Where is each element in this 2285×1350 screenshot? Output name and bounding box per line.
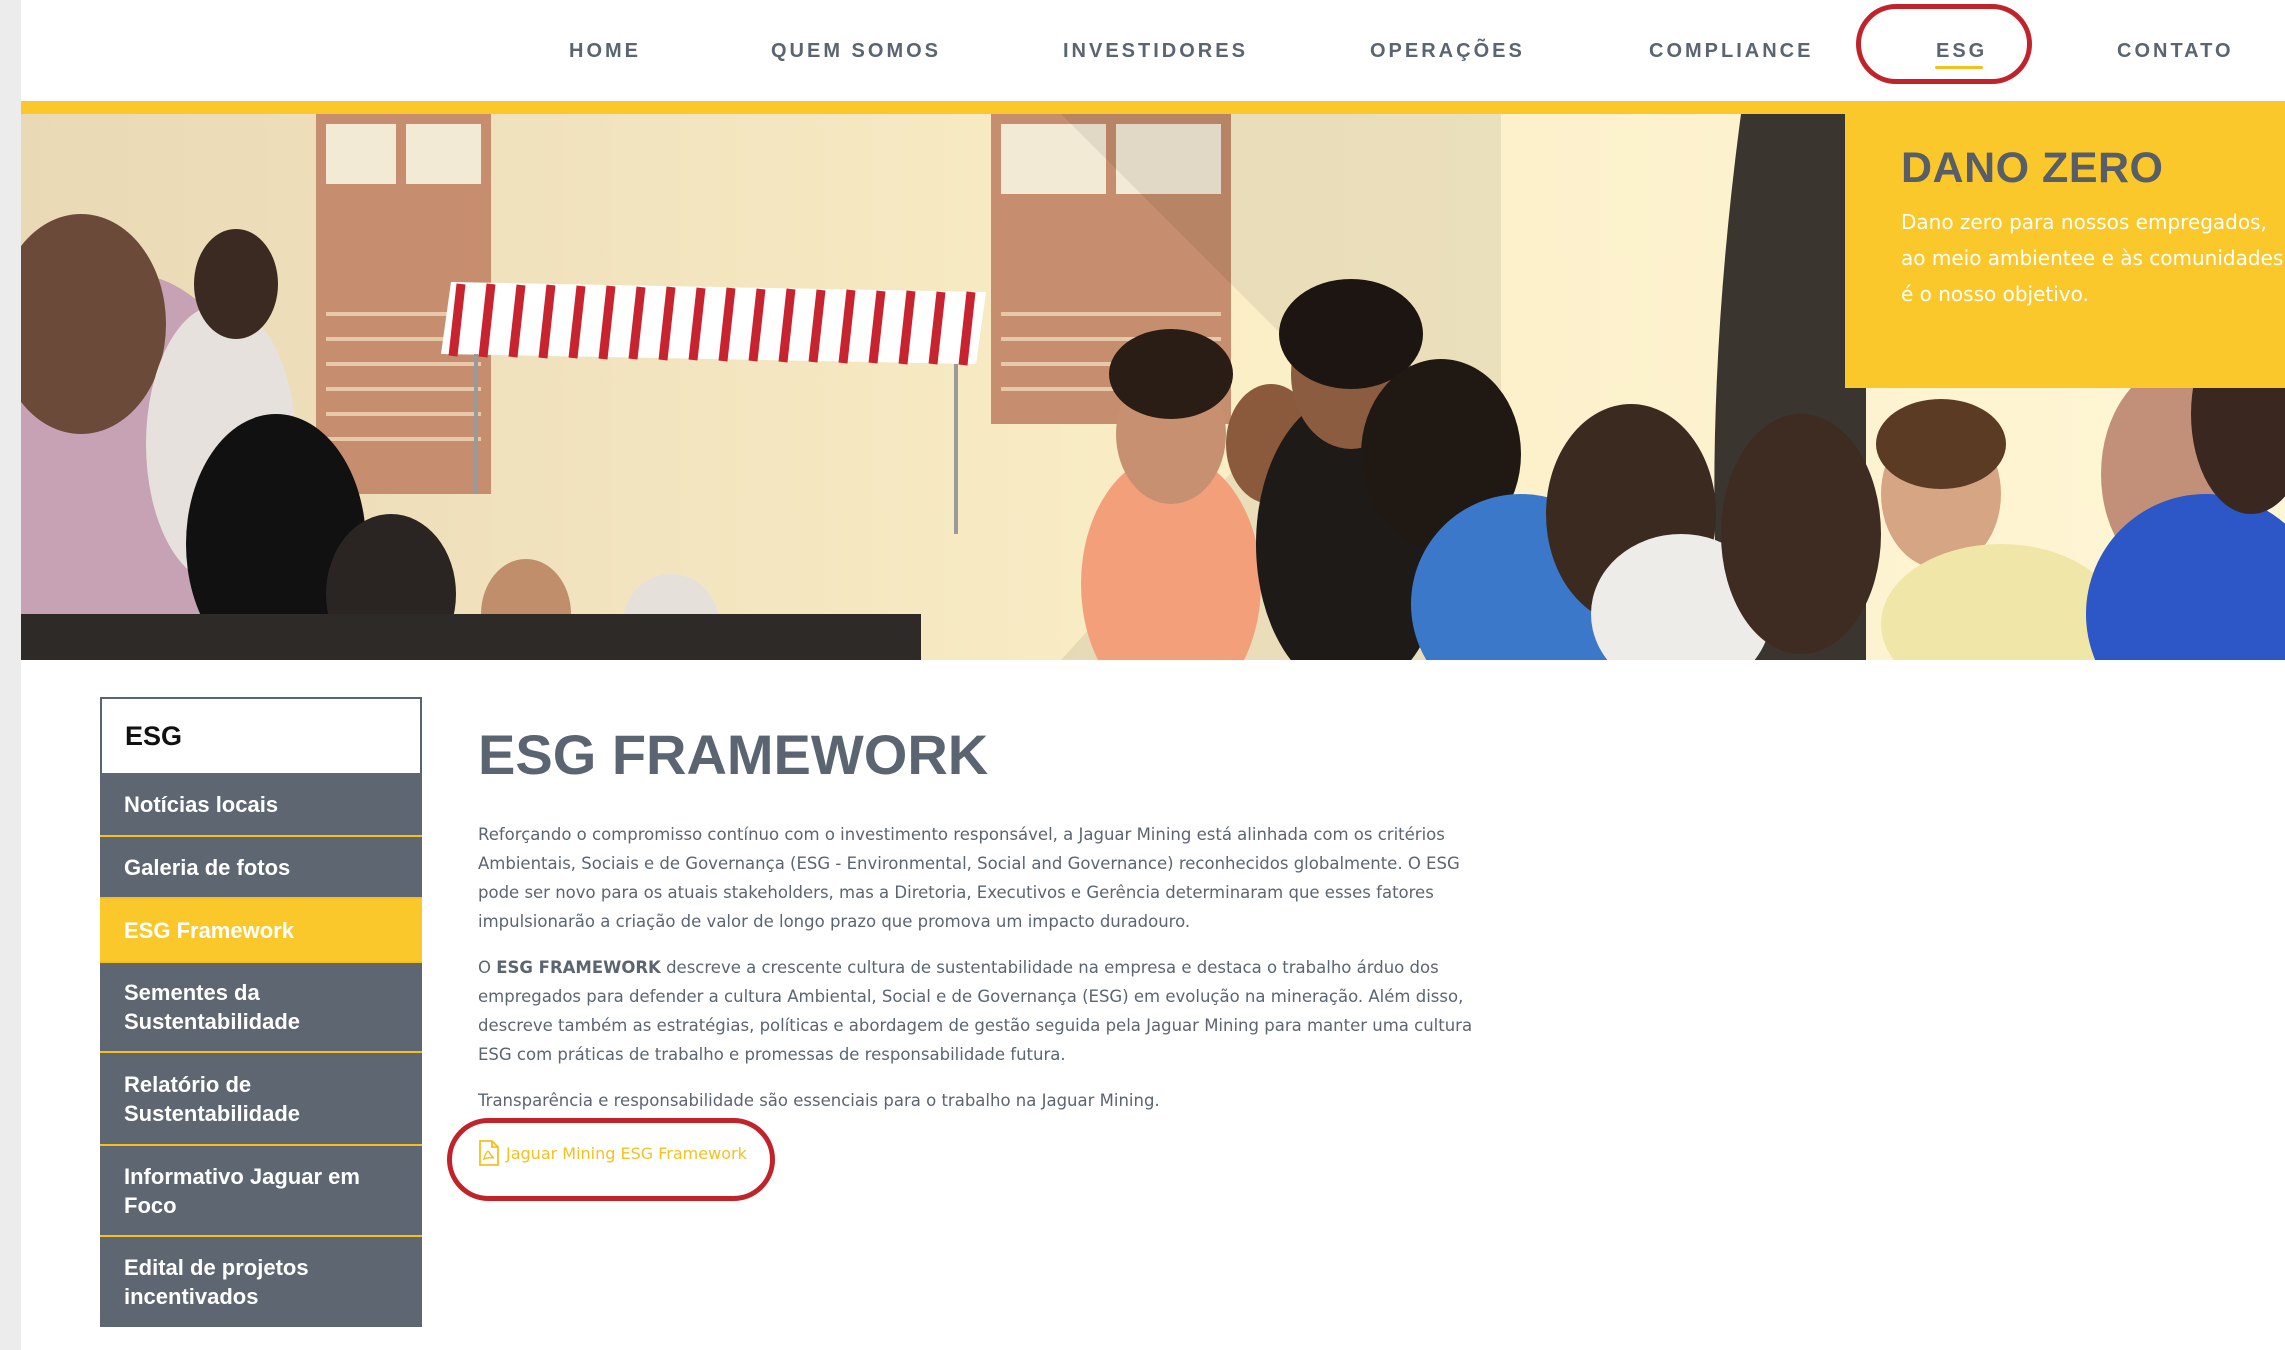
hero-title: DANO ZERO [1901,144,2164,192]
main-content: ESG FRAMEWORK Reforçando o compromisso c… [478,720,1498,1115]
pdf-file-icon [479,1140,499,1166]
sidebar-item-sementes-da-sustentabilidade[interactable]: Sementes da Sustentabilidade [100,963,422,1053]
framework-paragraph-bold: ESG FRAMEWORK [496,958,661,977]
nav-active-indicator [1935,66,1983,69]
sidebar-item-noticias-locais[interactable]: Notícias locais [100,773,422,837]
accent-bar [21,101,2285,114]
sidebar-item-edital-de-projetos-incentivados[interactable]: Edital de projetos incentivados [100,1237,422,1327]
nav-investidores[interactable]: INVESTIDORES [1063,36,1248,66]
sidebar-title: ESG [100,697,422,773]
sidebar-item-informativo-jaguar-em-foco[interactable]: Informativo Jaguar em Foco [100,1146,422,1237]
top-navigation: HOME QUEM SOMOS INVESTIDORES OPERAÇÕES C… [21,0,2285,101]
window-edge [0,0,21,1350]
hero-text: Dano zero para nossos empregados, ao mei… [1901,210,2284,306]
sidebar-item-esg-framework[interactable]: ESG Framework [100,899,422,963]
nav-esg[interactable]: ESG [1936,36,1987,66]
pdf-download-link[interactable]: Jaguar Mining ESG Framework [478,1140,747,1166]
framework-paragraph-prefix: O [478,958,497,977]
transparency-paragraph: Transparência e responsabilidade são ess… [478,1091,1160,1110]
pdf-link-label[interactable]: Jaguar Mining ESG Framework [506,1144,747,1163]
sidebar-item-galeria-de-fotos[interactable]: Galeria de fotos [100,837,422,899]
sidebar: ESG Notícias locais Galeria de fotos ESG… [100,697,422,1327]
page: HOME QUEM SOMOS INVESTIDORES OPERAÇÕES C… [0,0,2285,1350]
page-title: ESG FRAMEWORK [478,723,989,786]
framework-paragraph: O ESG FRAMEWORK descreve a crescente cul… [478,953,1498,1069]
nav-quem-somos[interactable]: QUEM SOMOS [771,36,941,66]
sidebar-item-relatorio-de-sustentabilidade[interactable]: Relatório de Sustentabilidade [100,1053,422,1146]
hero-callout: DANO ZERO Dano zero para nossos empregad… [1845,114,2285,388]
nav-compliance[interactable]: COMPLIANCE [1649,36,1813,66]
intro-paragraph: Reforçando o compromisso contínuo com o … [478,825,1460,931]
nav-home[interactable]: HOME [569,36,641,66]
nav-contato[interactable]: CONTATO [2117,36,2234,66]
nav-operacoes[interactable]: OPERAÇÕES [1370,36,1525,66]
